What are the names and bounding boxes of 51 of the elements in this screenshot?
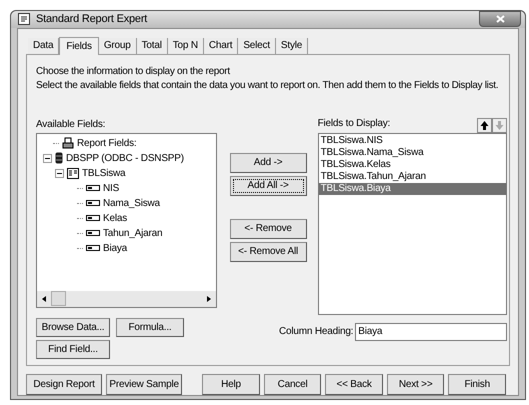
move-button[interactable]: Add -> xyxy=(230,152,307,172)
instruction-text: Select the available fields that contain the data you want to report on. Then add them to the Fields to Display list. xyxy=(36,78,498,92)
footer-button[interactable]: Cancel xyxy=(264,374,322,394)
tree-item[interactable]: Tahun_Ajaran xyxy=(103,226,162,240)
field-icon xyxy=(86,230,100,236)
close-icon xyxy=(496,15,504,23)
footer-button[interactable]: Help xyxy=(202,374,260,394)
horizontal-scrollbar[interactable] xyxy=(37,290,216,306)
field-icon xyxy=(86,200,100,206)
footer-button[interactable]: Preview Sample xyxy=(106,374,182,394)
move-button[interactable]: <- Remove All xyxy=(230,242,307,262)
database-icon xyxy=(55,152,63,164)
tree-item[interactable]: DBSPP (ODBC - DSNSPP) xyxy=(66,150,184,166)
footer-button[interactable]: Design Report xyxy=(26,374,102,394)
instruction-text: Choose the information to display on the report xyxy=(36,64,230,78)
section-label: Available Fields: xyxy=(36,118,106,130)
tree-item[interactable]: Nama_Siswa xyxy=(103,196,160,210)
list-item[interactable]: TBLSiswa.NIS xyxy=(318,134,506,146)
tree-item[interactable]: Biaya xyxy=(103,240,128,256)
tree-item[interactable]: NIS xyxy=(103,180,120,196)
column-heading-label: Column Heading: xyxy=(279,325,354,339)
list-item[interactable]: TBLSiswa.Biaya xyxy=(318,182,506,194)
formula-button[interactable]: Formula... xyxy=(116,318,184,336)
footer-button[interactable]: Finish xyxy=(448,374,506,394)
footer-button[interactable]: Next >> xyxy=(386,374,444,394)
printer-icon xyxy=(62,137,74,149)
scrollbar-thumb[interactable] xyxy=(51,291,66,306)
field-icon xyxy=(86,215,100,221)
window-title: Standard Report Expert xyxy=(36,12,148,27)
tab[interactable]: Fields xyxy=(59,36,99,54)
find-field-button[interactable]: Find Field... xyxy=(36,340,110,358)
close-button[interactable] xyxy=(479,11,521,27)
tree-item[interactable]: Kelas xyxy=(103,210,128,226)
move-button[interactable]: <- Remove xyxy=(230,218,307,238)
list-item[interactable]: TBLSiswa.Tahun_Ajaran xyxy=(318,170,506,182)
tree-item[interactable]: TBLSiswa xyxy=(82,166,126,180)
field-icon xyxy=(86,185,100,191)
list-item[interactable]: TBLSiswa.Nama_Siswa xyxy=(318,146,506,158)
column-heading-input[interactable]: Biaya xyxy=(355,322,508,340)
table-icon xyxy=(67,168,79,178)
browse-data-button[interactable]: Browse Data... xyxy=(36,318,110,336)
tree-item[interactable]: Report Fields: xyxy=(77,136,136,150)
list-item[interactable]: TBLSiswa.Kelas xyxy=(318,158,506,170)
section-label: Fields to Display: xyxy=(318,116,390,130)
move-up-icon[interactable] xyxy=(477,118,492,132)
footer-button[interactable]: << Back xyxy=(325,374,383,394)
collapse-icon[interactable] xyxy=(55,168,64,178)
collapse-icon[interactable] xyxy=(43,154,52,162)
move-button[interactable]: Add All -> xyxy=(230,176,307,196)
window-icon xyxy=(18,13,30,26)
field-icon xyxy=(86,245,100,251)
